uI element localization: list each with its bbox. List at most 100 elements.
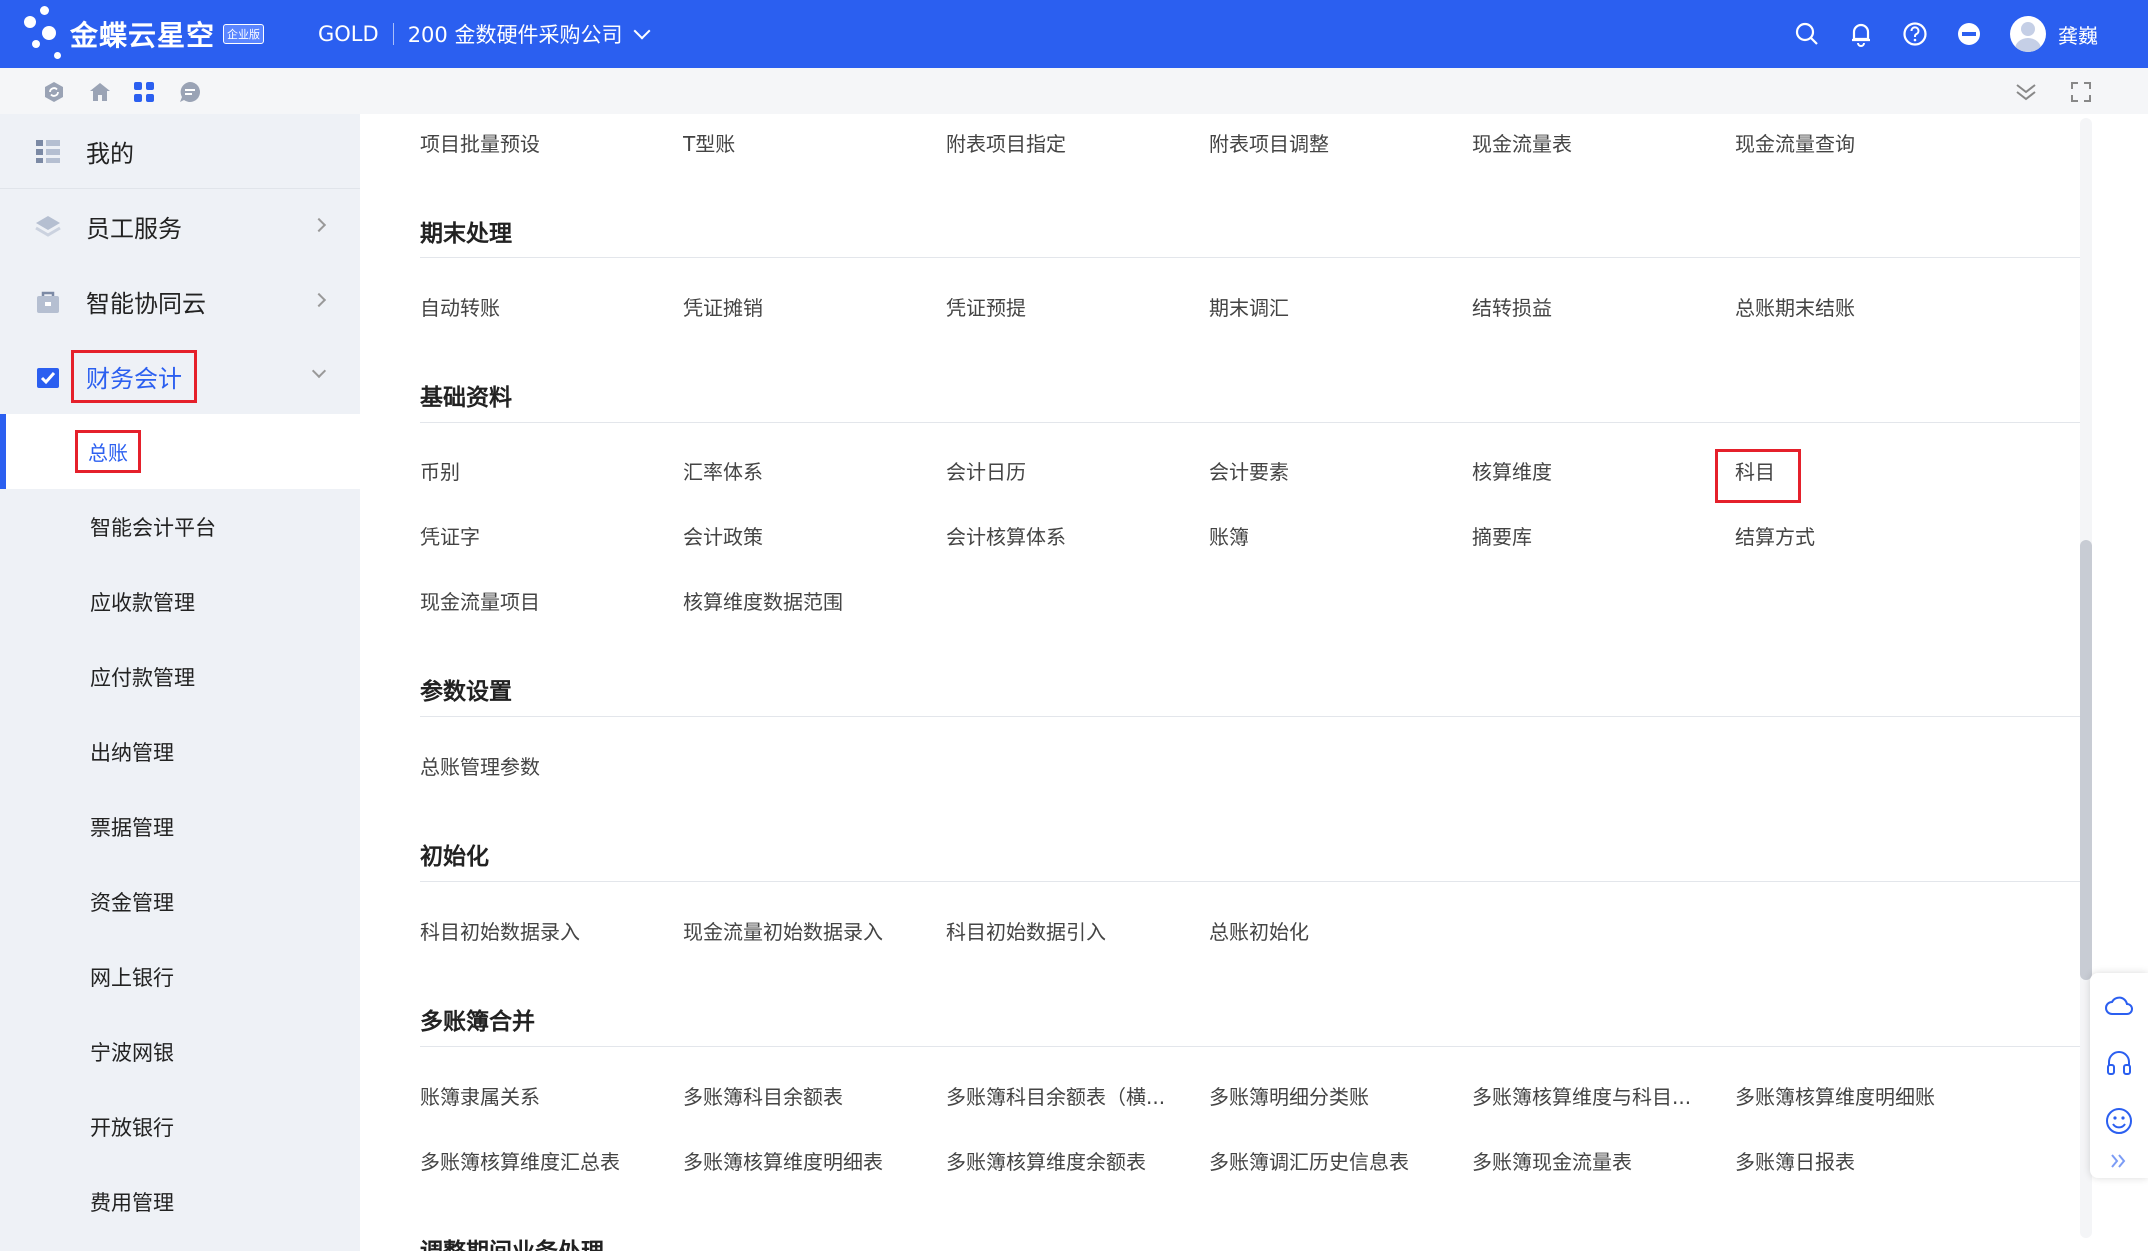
sidebar-item-funds[interactable]: 资金管理 (0, 864, 360, 939)
sidebar-item-label: 网上银行 (90, 965, 174, 990)
menu-link[interactable]: 总账初始化 (1209, 916, 1449, 945)
menu-link[interactable]: 现金流量初始数据录入 (683, 916, 923, 945)
menu-link[interactable]: 汇率体系 (683, 456, 923, 485)
sidebar-item-online-bank[interactable]: 网上银行 (0, 939, 360, 1014)
chevron-down-icon[interactable] (633, 22, 651, 40)
sidebar-item-general-ledger[interactable]: 总账 (0, 414, 360, 489)
smile-icon[interactable] (2104, 1106, 2134, 1136)
section-title: 期末处理 (420, 221, 512, 247)
logo-mark-icon (18, 4, 70, 64)
menu-link[interactable]: 多账簿科目余额表 (683, 1081, 923, 1110)
menu-link[interactable]: 多账簿核算维度余额表 (946, 1146, 1186, 1175)
menu-link[interactable]: 凭证预提 (946, 292, 1186, 321)
menu-link[interactable]: 多账簿明细分类账 (1209, 1081, 1449, 1110)
double-chevron-right-icon[interactable] (2104, 1151, 2134, 1171)
menu-link[interactable]: 核算维度数据范围 (683, 586, 923, 615)
menu-link[interactable]: 账簿隶属关系 (420, 1081, 660, 1110)
menu-row: 现金流量项目 核算维度数据范围 (420, 586, 2080, 616)
layers-icon (34, 213, 62, 241)
minus-circle-icon[interactable] (1956, 21, 1982, 47)
sidebar-group-finance[interactable]: 财务会计 (0, 339, 360, 414)
username[interactable]: 龚巍 (2058, 20, 2098, 49)
menu-row: 凭证字 会计政策 会计核算体系 账簿 摘要库 结算方式 (420, 521, 2080, 551)
menu-link[interactable]: 多账簿日报表 (1735, 1146, 1975, 1175)
menu-link[interactable]: 多账簿核算维度明细账 (1735, 1081, 1975, 1110)
collapse-down-icon[interactable] (2014, 80, 2038, 104)
headset-icon[interactable] (2104, 1048, 2134, 1078)
menu-link[interactable]: 核算维度 (1472, 456, 1712, 485)
help-icon[interactable] (1902, 21, 1928, 47)
menu-link[interactable]: 会计政策 (683, 521, 923, 550)
sidebar-group-employee-service[interactable]: 员工服务 (0, 189, 360, 264)
sidebar-item-open-bank[interactable]: 开放银行 (0, 1089, 360, 1164)
menu-link[interactable]: 多账簿核算维度与科目... (1472, 1081, 1712, 1110)
sidebar-item-ningbo-bank[interactable]: 宁波网银 (0, 1014, 360, 1089)
sidebar-group-label: 智能协同云 (86, 290, 206, 318)
brand-name: 金蝶云星空 (70, 19, 216, 52)
menu-link[interactable]: 现金流量表 (1472, 128, 1712, 157)
env-label: GOLD (318, 22, 379, 46)
menu-link[interactable]: 现金流量查询 (1735, 128, 1975, 157)
menu-link[interactable]: 总账期末结账 (1735, 292, 1975, 321)
menu-link[interactable]: T型账 (683, 128, 923, 157)
chevron-right-icon (311, 292, 327, 308)
avatar[interactable] (2010, 16, 2046, 52)
menu-link[interactable]: 总账管理参数 (420, 751, 660, 780)
menu-link[interactable]: 项目批量预设 (420, 128, 660, 157)
bag-icon (34, 288, 62, 316)
refresh-icon[interactable] (42, 80, 66, 104)
menu-link[interactable]: 多账簿核算维度汇总表 (420, 1146, 660, 1175)
sidebar-group-label: 我的 (86, 139, 134, 168)
menu-link[interactable]: 结算方式 (1735, 521, 1975, 550)
sidebar-item-label: 票据管理 (90, 815, 174, 840)
menu-link[interactable]: 多账簿核算维度明细表 (683, 1146, 923, 1175)
menu-link[interactable]: 现金流量项目 (420, 586, 660, 615)
divider (420, 422, 2080, 423)
menu-link[interactable]: 多账簿调汇历史信息表 (1209, 1146, 1449, 1175)
menu-link[interactable]: 自动转账 (420, 292, 660, 321)
menu-link[interactable]: 币别 (420, 456, 660, 485)
sidebar-item-bills[interactable]: 票据管理 (0, 789, 360, 864)
menu-link[interactable]: 附表项目调整 (1209, 128, 1449, 157)
menu-link[interactable]: 结转损益 (1472, 292, 1712, 321)
menu-link[interactable]: 多账簿科目余额表（横... (946, 1081, 1186, 1110)
sidebar-item-receivables[interactable]: 应收款管理 (0, 564, 360, 639)
search-icon[interactable] (1794, 21, 1820, 47)
menu-link[interactable]: 期末调汇 (1209, 292, 1449, 321)
edition-badge: 企业版 (223, 24, 265, 44)
chevron-down-icon (311, 363, 327, 379)
menu-link[interactable]: 会计要素 (1209, 456, 1449, 485)
menu-link[interactable]: 凭证摊销 (683, 292, 923, 321)
menu-link[interactable]: 会计核算体系 (946, 521, 1186, 550)
home-icon[interactable] (88, 80, 112, 104)
cloud-icon[interactable] (2104, 991, 2134, 1021)
sidebar-item-label: 智能会计平台 (90, 515, 216, 540)
divider (420, 1046, 2080, 1047)
menu-link[interactable]: 多账簿现金流量表 (1472, 1146, 1712, 1175)
chat-icon[interactable] (178, 80, 202, 104)
section-title: 调整期间业务处理 (420, 1232, 604, 1251)
menu-link[interactable]: 凭证字 (420, 521, 660, 550)
sidebar-group-mine[interactable]: 我的 (0, 114, 360, 189)
sidebar-group-label: 员工服务 (86, 215, 182, 243)
menu-link[interactable]: 会计日历 (946, 456, 1186, 485)
menu-link[interactable]: 附表项目指定 (946, 128, 1186, 157)
menu-link[interactable]: 账簿 (1209, 521, 1449, 550)
menu-link[interactable]: 科目初始数据引入 (946, 916, 1186, 945)
sidebar-item-smart-accounting[interactable]: 智能会计平台 (0, 489, 360, 564)
scrollbar-thumb[interactable] (2080, 540, 2092, 980)
sidebar-item-cashier[interactable]: 出纳管理 (0, 714, 360, 789)
floating-toolbar (2090, 973, 2148, 1178)
bell-icon[interactable] (1848, 21, 1874, 47)
sidebar-item-label: 资金管理 (90, 890, 174, 915)
menu-link[interactable]: 科目初始数据录入 (420, 916, 660, 945)
org-switcher[interactable]: GOLD 200 金数硬件采购公司 (318, 19, 651, 49)
sidebar-group-collaboration[interactable]: 智能协同云 (0, 264, 360, 339)
menu-row: 币别 汇率体系 会计日历 会计要素 核算维度 科目 (420, 456, 2080, 486)
brand-logo[interactable]: 金蝶云星空 企业版 (18, 4, 288, 64)
fullscreen-icon[interactable] (2069, 80, 2093, 104)
sidebar-item-expenses[interactable]: 费用管理 (0, 1164, 360, 1239)
menu-link[interactable]: 摘要库 (1472, 521, 1712, 550)
apps-icon[interactable] (132, 80, 156, 104)
sidebar-item-payables[interactable]: 应付款管理 (0, 639, 360, 714)
